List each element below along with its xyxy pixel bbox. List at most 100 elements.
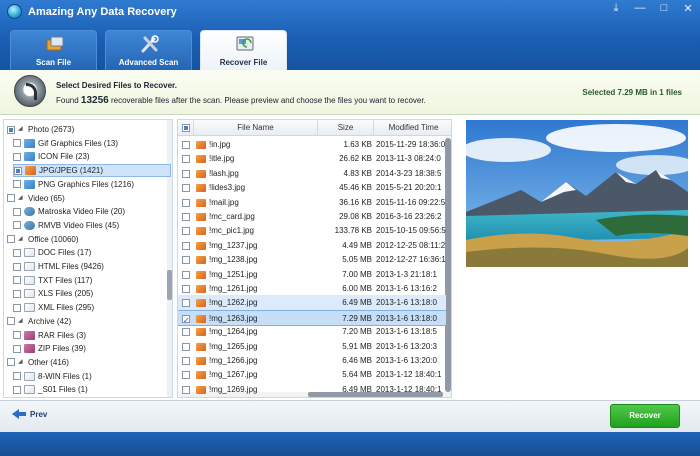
tree-item[interactable]: XLS Files (205) <box>13 287 171 300</box>
tree-item[interactable]: 8-WIN Files (1) <box>13 370 171 383</box>
tree-checkbox[interactable] <box>7 317 15 326</box>
file-checkbox[interactable] <box>182 184 190 193</box>
tree-checkbox[interactable] <box>13 372 21 381</box>
document-file-icon <box>24 371 35 381</box>
file-checkbox[interactable] <box>182 155 190 164</box>
column-file-name[interactable]: File Name <box>194 120 318 136</box>
file-checkbox[interactable] <box>182 385 190 394</box>
file-checkbox[interactable] <box>182 299 190 308</box>
expand-triangle-icon[interactable]: ◢ <box>18 356 25 369</box>
tab-label: Recover File <box>219 58 268 67</box>
tree-checkbox[interactable] <box>13 139 21 148</box>
tree-checkbox[interactable] <box>14 166 22 175</box>
document-file-icon <box>24 262 35 271</box>
tree-checkbox[interactable] <box>13 276 21 285</box>
file-checkbox[interactable] <box>182 227 190 236</box>
tree-checkbox[interactable] <box>7 194 15 202</box>
tree-item[interactable]: HTML Files (9426) <box>13 260 171 273</box>
tree-item[interactable]: Gif Graphics Files (13) <box>13 137 171 150</box>
file-checkbox[interactable] <box>182 169 190 178</box>
select-all-checkbox[interactable] <box>181 124 190 132</box>
expand-triangle-icon[interactable]: ◢ <box>18 192 25 205</box>
tree-item[interactable]: RAR Files (3) <box>13 329 171 342</box>
tab-label: Advanced Scan <box>118 58 179 67</box>
tools-icon <box>141 35 159 53</box>
download-icon[interactable]: ⤓ <box>610 2 622 15</box>
expand-triangle-icon[interactable]: ◢ <box>18 233 25 246</box>
tree-checkbox[interactable] <box>13 152 21 161</box>
tab-recover-file[interactable]: Recover File <box>200 30 287 70</box>
file-checkbox[interactable] <box>182 256 190 265</box>
expand-triangle-icon[interactable]: ◢ <box>18 315 25 328</box>
tree-item[interactable]: ZIP Files (39) <box>13 342 171 355</box>
tree-item[interactable]: PNG Graphics Files (1216) <box>13 178 171 191</box>
tree-item[interactable]: Matroska Video File (20) <box>13 205 171 218</box>
tree-item[interactable]: RMVB Video Files (45) <box>13 219 171 232</box>
file-checkbox[interactable] <box>182 198 190 207</box>
minimize-button[interactable]: — <box>634 2 646 15</box>
tree-item[interactable]: DOC Files (17) <box>13 246 171 259</box>
found-suffix: recoverable files after the scan. Please… <box>110 96 426 105</box>
tree-checkbox[interactable] <box>13 344 21 353</box>
tree-checkbox[interactable] <box>7 358 15 367</box>
tab-advanced-scan[interactable]: Advanced Scan <box>105 30 192 70</box>
file-list-header: File Name Size Modified Time <box>178 120 451 136</box>
tree-item[interactable]: ICON File (23) <box>13 150 171 163</box>
column-size[interactable]: Size <box>318 120 374 136</box>
tree-category[interactable]: ◢ Video (65) <box>7 192 167 205</box>
tree-item[interactable]: JPG/JPEG (1421) <box>13 164 171 178</box>
jpg-file-icon <box>196 198 206 207</box>
tree-checkbox[interactable] <box>13 248 21 257</box>
tree-checkbox[interactable] <box>13 262 21 271</box>
tree-item[interactable]: TXT Files (117) <box>13 274 171 287</box>
prev-button[interactable]: Prev <box>12 409 47 419</box>
found-prefix: Found <box>56 96 79 105</box>
file-checkbox[interactable] <box>182 342 190 351</box>
tree-category[interactable]: ◢ Other (416) <box>7 356 167 369</box>
file-checkbox[interactable] <box>182 270 190 279</box>
file-checkbox[interactable] <box>182 241 190 250</box>
tree-checkbox[interactable] <box>13 303 21 312</box>
jpg-file-icon <box>196 155 206 164</box>
expand-triangle-icon[interactable]: ◢ <box>18 123 25 136</box>
jpg-file-icon <box>196 328 206 337</box>
file-checkbox[interactable] <box>182 357 190 365</box>
tree-checkbox[interactable] <box>13 180 21 189</box>
file-checkbox[interactable] <box>182 141 190 149</box>
file-row[interactable]: !mg_1269.jpg 6.49 MB 2013-1-12 18:40:1 <box>178 382 446 397</box>
preview-pane <box>458 116 697 400</box>
tree-checkbox[interactable] <box>13 331 21 339</box>
tree-label: 8-WIN Files (1) <box>38 371 92 381</box>
jpg-file-icon <box>196 241 206 250</box>
tree-category[interactable]: ◢ Archive (42) <box>7 315 167 328</box>
select-all-cell[interactable] <box>178 120 194 136</box>
tree-item[interactable]: _S01 Files (1) <box>13 383 171 396</box>
tree-checkbox[interactable] <box>13 221 21 230</box>
tree-checkbox[interactable] <box>7 235 15 244</box>
tree-item[interactable]: XML Files (295) <box>13 301 171 314</box>
column-modified-time[interactable]: Modified Time <box>374 120 451 136</box>
file-type-tree[interactable]: ◢ Photo (2673) Gif Graphics Files (13) ICON… <box>3 119 173 398</box>
maximize-button[interactable]: □ <box>658 2 670 15</box>
tree-label: _S01 Files (1) <box>38 385 88 395</box>
recover-file-icon <box>236 36 254 51</box>
file-checkbox[interactable] <box>182 371 190 380</box>
jpg-file-icon <box>196 371 206 380</box>
recover-button[interactable]: Recover <box>610 404 680 428</box>
file-name: !mg_1269.jpg <box>209 384 258 394</box>
file-checkbox[interactable] <box>182 213 190 221</box>
tree-category[interactable]: ◢ Photo (2673) <box>7 123 167 136</box>
file-checkbox[interactable] <box>182 313 190 329</box>
file-checkbox[interactable] <box>182 328 190 337</box>
tree-checkbox[interactable] <box>13 207 21 216</box>
file-checkbox[interactable] <box>182 285 190 293</box>
window-controls: ⤓ — □ ✕ <box>610 2 694 15</box>
close-button[interactable]: ✕ <box>682 2 694 15</box>
tree-checkbox[interactable] <box>13 385 21 394</box>
preview-image <box>466 120 688 267</box>
found-count: 13256 <box>80 95 109 106</box>
tree-category[interactable]: ◢ Office (10060) <box>7 233 167 246</box>
tree-checkbox[interactable] <box>13 289 21 298</box>
tree-checkbox[interactable] <box>7 125 15 134</box>
tab-scan-file[interactable]: Scan File <box>10 30 97 70</box>
